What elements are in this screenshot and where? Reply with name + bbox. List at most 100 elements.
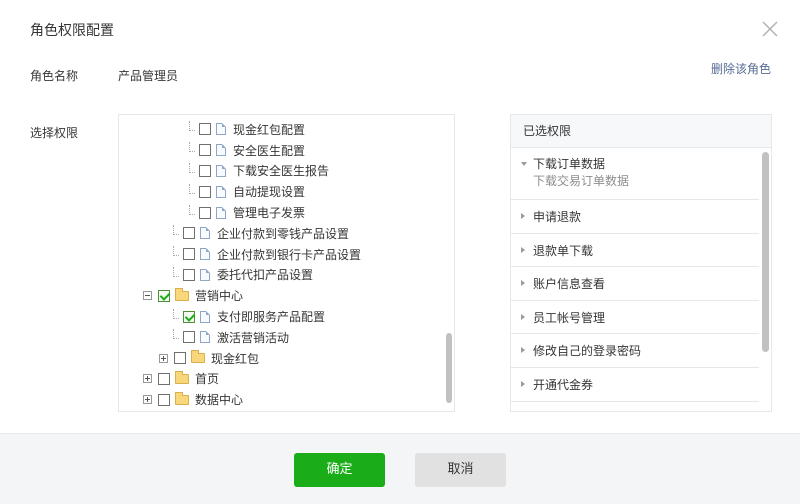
tree-node[interactable]: 下载安全医生报告 [189,161,329,182]
tree-checkbox[interactable] [174,352,186,365]
confirm-button[interactable]: 确定 [294,453,385,487]
selected-permission-label: 员工帐号管理 [533,310,606,325]
cancel-button[interactable]: 取消 [415,453,506,487]
tree-node[interactable]: 企业付款到银行卡产品设置 [173,244,361,265]
caret-right-icon[interactable] [521,213,525,219]
tree-node[interactable]: 安全医生配置 [189,140,305,161]
close-icon[interactable] [760,19,780,39]
file-icon [200,227,210,240]
tree-node-label: 安全医生配置 [233,143,306,158]
dialog-footer: 确定 取消 [0,433,800,504]
tree-connector [189,204,195,215]
tree-node-label: 支付即服务产品配置 [217,310,326,325]
file-icon [216,164,226,177]
selected-permission-label: 修改自己的登录密码 [533,344,642,359]
tree-node-label: 首页 [195,372,220,387]
tree-connector [189,162,195,173]
tree-node-label: 管理电子发票 [233,206,306,221]
caret-right-icon[interactable] [521,380,525,387]
tree-node-label: 营销中心 [195,289,244,304]
tree-checkbox[interactable] [158,372,170,385]
folder-icon [175,370,189,384]
delete-role-link[interactable]: 删除该角色 [711,60,771,77]
selected-permission-item[interactable]: 申请退款 [511,200,759,234]
tree-checkbox[interactable] [158,289,170,302]
tree-connector [173,329,179,340]
caret-right-icon[interactable] [521,347,525,354]
tree-connector [189,142,195,153]
tree-checkbox[interactable] [183,227,195,240]
tree-node-label: 激活营销活动 [217,330,290,345]
selected-permissions-panel: 已选权限 下载订单数据下载交易订单数据 申请退款退款单下载账户信息查看 员工帐号管理… [510,114,772,412]
tree-node[interactable]: 企业付款到零钱产品设置 [173,223,349,244]
file-icon [216,144,226,157]
selected-permission-item[interactable]: 退款单下载 [511,234,759,268]
tree-node-label: 企业付款到银行卡产品设置 [217,247,362,262]
file-icon [200,310,210,323]
tree-node-label: 企业付款到零钱产品设置 [217,226,350,241]
tree-checkbox[interactable] [199,185,211,198]
file-icon [216,185,226,198]
tree-node-label: 自动提现设置 [233,185,306,200]
dialog-title: 角色权限配置 [30,23,114,39]
file-icon [216,206,226,219]
tree-checkbox[interactable] [199,164,211,177]
caret-right-icon[interactable] [521,246,525,253]
tree-node[interactable]: 首页 [143,369,219,390]
selected-permission-sub: 下载交易订单数据 [533,174,630,188]
caret-down-icon[interactable] [521,162,527,166]
tree-node-label: 数据中心 [195,393,244,408]
selected-permission-label: 开通代金券 [533,377,594,392]
tree-connector [173,266,179,277]
tree-checkbox[interactable] [199,206,211,219]
role-name-label: 角色名称 [30,69,79,83]
tree-node[interactable]: 现金红包 [159,348,259,369]
selected-permission-label: 下载订单数据 [533,157,606,171]
selected-permission-item[interactable]: 修改自己的登录密码 [511,334,759,368]
tree-checkbox[interactable] [183,331,195,344]
tree-node-label: 委托代扣产品设置 [217,268,314,283]
tree-node-label: 现金红包 [211,351,260,366]
selected-permission-item[interactable]: 开通代金券 [511,368,759,402]
tree-node[interactable]: 委托代扣产品设置 [173,265,313,286]
selected-permission-item[interactable]: 下载订单数据下载交易订单数据 [511,148,759,200]
file-icon [200,268,210,281]
file-icon [216,123,226,136]
tree-connector [173,246,179,257]
folder-icon [175,391,189,405]
selected-permission-label: 申请退款 [533,210,582,224]
role-permission-dialog: 角色权限配置 角色名称 产品管理员 删除该角色 选择权限 现金红包配置 安全医生配… [0,0,800,504]
selected-permissions-header: 已选权限 [511,115,771,148]
tree-node[interactable]: 营销中心 [143,285,243,306]
tree-connector [189,183,195,194]
select-permission-label: 选择权限 [30,126,79,140]
collapse-icon[interactable] [143,291,152,301]
selected-scrollbar[interactable] [762,152,769,352]
caret-right-icon[interactable] [521,313,525,320]
caret-right-icon[interactable] [521,280,525,287]
tree-connector [173,225,179,236]
expand-icon[interactable] [143,374,152,384]
expand-icon[interactable] [143,395,152,405]
permission-tree[interactable]: 现金红包配置安全医生配置下载安全医生报告自动提现设置 管理电子发票企业付款到零钱产… [118,114,455,412]
tree-checkbox[interactable] [183,310,195,323]
tree-scrollbar[interactable] [446,333,452,403]
tree-node[interactable]: 管理电子发票 [189,202,305,223]
file-icon [200,331,210,344]
tree-node[interactable]: 现金红包配置 [189,119,305,140]
tree-node[interactable]: 激活营销活动 [173,327,289,348]
tree-checkbox[interactable] [158,393,170,406]
selected-permission-label: 账户信息查看 [533,277,606,292]
selected-permission-item[interactable]: 员工帐号管理 [511,301,759,335]
tree-node[interactable]: 自动提现设置 [189,181,305,202]
selected-permission-label: 退款单下载 [533,243,594,258]
tree-connector [173,308,179,319]
tree-checkbox[interactable] [199,123,211,136]
tree-checkbox[interactable] [183,268,195,281]
tree-node[interactable]: 支付即服务产品配置 [173,306,325,327]
tree-node[interactable]: 数据中心 [143,389,243,410]
expand-icon[interactable] [159,353,168,363]
tree-checkbox[interactable] [199,144,211,157]
tree-checkbox[interactable] [183,248,195,261]
selected-permission-item[interactable]: 账户信息查看 [511,267,759,301]
